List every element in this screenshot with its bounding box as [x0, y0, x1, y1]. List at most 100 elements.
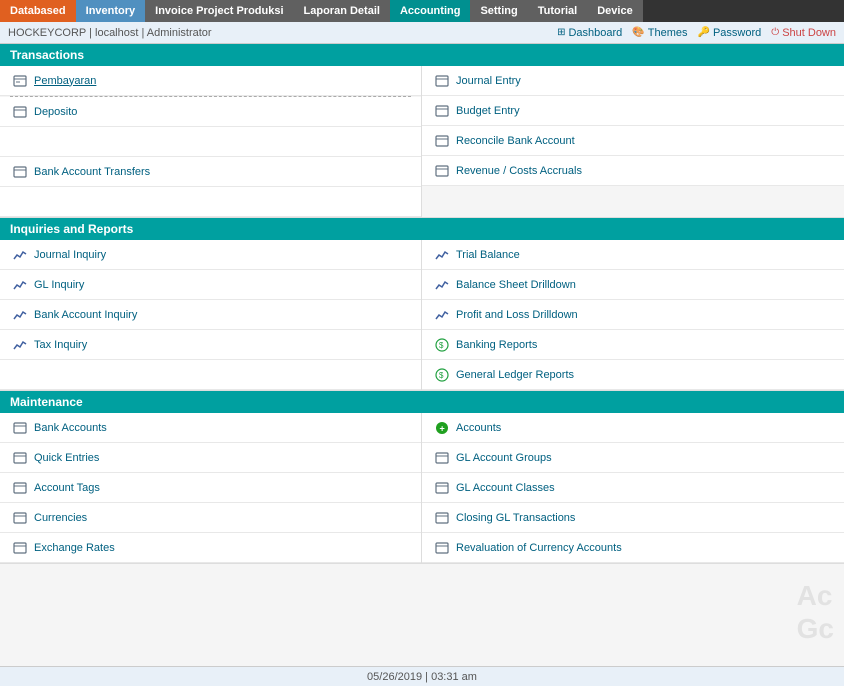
- maintenance-left: Bank Accounts Quick Entries Account Tags…: [0, 413, 422, 563]
- gl-inquiry-item[interactable]: GL Inquiry: [0, 270, 421, 300]
- password-icon: 🔑: [698, 27, 710, 38]
- deposito-label: Deposito: [34, 106, 77, 118]
- account-tags-icon: [12, 480, 28, 496]
- exchange-rates-label: Exchange Rates: [34, 542, 115, 554]
- main-content: Transactions Pembayaran Deposito: [0, 44, 844, 666]
- journal-entry-icon: [434, 73, 450, 89]
- svg-text:$: $: [439, 371, 444, 380]
- journal-entry-label: Journal Entry: [456, 75, 521, 87]
- exchange-rates-icon: [12, 540, 28, 556]
- bank-account-inquiry-item[interactable]: Bank Account Inquiry: [0, 300, 421, 330]
- bank-accounts-label: Bank Accounts: [34, 422, 107, 434]
- bank-accounts-item[interactable]: Bank Accounts: [0, 413, 421, 443]
- maintenance-right: + Accounts GL Account Groups GL Account …: [422, 413, 844, 563]
- nav-databased[interactable]: Databased: [0, 0, 76, 22]
- closing-gl-item[interactable]: Closing GL Transactions: [422, 503, 844, 533]
- budget-entry-icon: [434, 103, 450, 119]
- gl-account-groups-label: GL Account Groups: [456, 452, 552, 464]
- journal-entry-item[interactable]: Journal Entry: [422, 66, 844, 96]
- bank-transfer-icon: [12, 164, 28, 180]
- inquiries-left: Journal Inquiry GL Inquiry Bank Account …: [0, 240, 422, 390]
- empty-row-1: [0, 127, 421, 157]
- banking-reports-label: Banking Reports: [456, 339, 537, 351]
- shutdown-icon: ⏻: [771, 27, 779, 38]
- deposito-icon: [12, 104, 28, 120]
- company-info: HOCKEYCORP | localhost | Administrator: [8, 27, 212, 39]
- closing-gl-label: Closing GL Transactions: [456, 512, 575, 524]
- reconcile-item[interactable]: Reconcile Bank Account: [422, 126, 844, 156]
- budget-entry-label: Budget Entry: [456, 105, 520, 117]
- dashboard-button[interactable]: ⊞ Dashboard: [557, 27, 622, 39]
- trial-balance-label: Trial Balance: [456, 249, 520, 261]
- pembayaran-item[interactable]: Pembayaran: [0, 66, 421, 96]
- account-tags-label: Account Tags: [34, 482, 100, 494]
- gl-account-groups-item[interactable]: GL Account Groups: [422, 443, 844, 473]
- revenue-accruals-icon: [434, 163, 450, 179]
- inquiries-columns: Journal Inquiry GL Inquiry Bank Account …: [0, 240, 844, 391]
- header-bar: HOCKEYCORP | localhost | Administrator ⊞…: [0, 22, 844, 44]
- trial-balance-item[interactable]: Trial Balance: [422, 240, 844, 270]
- gl-account-classes-label: GL Account Classes: [456, 482, 555, 494]
- revenue-accruals-item[interactable]: Revenue / Costs Accruals: [422, 156, 844, 186]
- accounts-label: Accounts: [456, 422, 501, 434]
- quick-entries-label: Quick Entries: [34, 452, 99, 464]
- top-navigation: Databased Inventory Invoice Project Prod…: [0, 0, 844, 22]
- nav-invoice[interactable]: Invoice Project Produksi: [145, 0, 293, 22]
- accounts-item[interactable]: + Accounts: [422, 413, 844, 443]
- tax-inquiry-label: Tax Inquiry: [34, 339, 87, 351]
- revaluation-icon: [434, 540, 450, 556]
- profit-loss-label: Profit and Loss Drilldown: [456, 309, 578, 321]
- exchange-rates-item[interactable]: Exchange Rates: [0, 533, 421, 563]
- bank-transfer-item[interactable]: Bank Account Transfers: [0, 157, 421, 187]
- gl-account-classes-icon: [434, 480, 450, 496]
- deposito-item[interactable]: Deposito: [0, 97, 421, 127]
- nav-laporan[interactable]: Laporan Detail: [294, 0, 390, 22]
- nav-tutorial[interactable]: Tutorial: [528, 0, 588, 22]
- maintenance-header: Maintenance: [0, 391, 844, 413]
- gl-inquiry-icon: [12, 277, 28, 293]
- bank-accounts-icon: [12, 420, 28, 436]
- inquiries-empty: [0, 360, 421, 390]
- password-button[interactable]: 🔑 Password: [698, 27, 762, 39]
- maintenance-columns: Bank Accounts Quick Entries Account Tags…: [0, 413, 844, 564]
- journal-inquiry-label: Journal Inquiry: [34, 249, 106, 261]
- transactions-left: Pembayaran Deposito Bank Account Transfe…: [0, 66, 422, 217]
- inquiries-right: Trial Balance Balance Sheet Drilldown Pr…: [422, 240, 844, 390]
- quick-entries-item[interactable]: Quick Entries: [0, 443, 421, 473]
- svg-text:+: +: [440, 423, 445, 433]
- pembayaran-icon: [12, 73, 28, 89]
- reconcile-icon: [434, 133, 450, 149]
- inquiries-header: Inquiries and Reports: [0, 218, 844, 240]
- balance-sheet-item[interactable]: Balance Sheet Drilldown: [422, 270, 844, 300]
- profit-loss-item[interactable]: Profit and Loss Drilldown: [422, 300, 844, 330]
- pembayaran-label: Pembayaran: [34, 75, 96, 87]
- shutdown-button[interactable]: ⏻ Shut Down: [771, 27, 836, 39]
- svg-text:$: $: [439, 341, 444, 350]
- nav-accounting[interactable]: Accounting: [390, 0, 471, 22]
- general-ledger-reports-item[interactable]: $ General Ledger Reports: [422, 360, 844, 390]
- balance-sheet-label: Balance Sheet Drilldown: [456, 279, 576, 291]
- header-actions: ⊞ Dashboard 🎨 Themes 🔑 Password ⏻ Shut D…: [557, 27, 836, 39]
- journal-inquiry-icon: [12, 247, 28, 263]
- gl-account-groups-icon: [434, 450, 450, 466]
- currencies-icon: [12, 510, 28, 526]
- tax-inquiry-item[interactable]: Tax Inquiry: [0, 330, 421, 360]
- accounts-icon: +: [434, 420, 450, 436]
- footer-datetime: 05/26/2019 | 03:31 am: [367, 671, 477, 683]
- account-tags-item[interactable]: Account Tags: [0, 473, 421, 503]
- general-ledger-reports-label: General Ledger Reports: [456, 369, 574, 381]
- nav-device[interactable]: Device: [587, 0, 642, 22]
- empty-row-2: [0, 187, 421, 217]
- currencies-item[interactable]: Currencies: [0, 503, 421, 533]
- nav-inventory[interactable]: Inventory: [76, 0, 146, 22]
- nav-setting[interactable]: Setting: [470, 0, 527, 22]
- journal-inquiry-item[interactable]: Journal Inquiry: [0, 240, 421, 270]
- quick-entries-icon: [12, 450, 28, 466]
- revaluation-item[interactable]: Revaluation of Currency Accounts: [422, 533, 844, 563]
- banking-reports-item[interactable]: $ Banking Reports: [422, 330, 844, 360]
- gl-account-classes-item[interactable]: GL Account Classes: [422, 473, 844, 503]
- gl-inquiry-label: GL Inquiry: [34, 279, 84, 291]
- budget-entry-item[interactable]: Budget Entry: [422, 96, 844, 126]
- profit-loss-icon: [434, 307, 450, 323]
- themes-button[interactable]: 🎨 Themes: [632, 27, 687, 39]
